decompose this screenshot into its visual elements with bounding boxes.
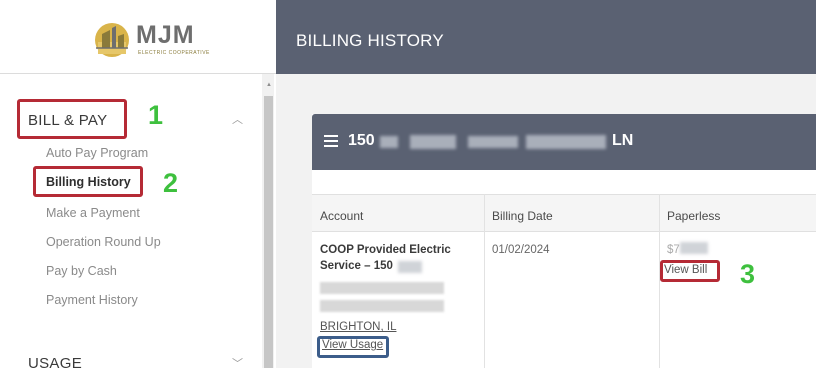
scrollbar-thumb[interactable] [264, 96, 273, 368]
logo-icon [95, 23, 129, 57]
account-address-end: LN [612, 132, 634, 149]
highlight-box-view-bill [660, 260, 720, 282]
brand-name: MJM [136, 21, 195, 49]
column-header-account[interactable]: Account [312, 194, 484, 232]
main-content: BILLING HISTORY 150 LN Account Billing D… [276, 0, 816, 368]
account-card: 150 LN Account Billing Date Paperless CO… [312, 114, 816, 368]
sidebar-item-make-payment[interactable]: Make a Payment [46, 206, 140, 220]
brand-tagline: ELECTRIC COOPERATIVE [138, 50, 210, 56]
account-name: COOP Provided Electric Service – 150 [320, 244, 451, 272]
billing-date: 01/02/2024 [492, 244, 550, 256]
nav-section-usage[interactable]: USAGE [28, 355, 82, 368]
chevron-down-icon[interactable]: ﹀ [232, 358, 243, 368]
account-address-start: 150 [348, 132, 375, 149]
highlight-box-view-usage [317, 336, 389, 358]
redacted-line [320, 300, 444, 312]
top-bar: BILLING HISTORY [276, 0, 816, 74]
chevron-up-icon[interactable]: ︿ [232, 114, 243, 126]
scroll-up-icon[interactable]: ▲ [266, 82, 272, 88]
paperless-value: $7 [667, 244, 680, 256]
sidebar-item-payment-history[interactable]: Payment History [46, 293, 138, 307]
app-window: MJM ELECTRIC COOPERATIVE ▲ BILL & PAY ︿ … [0, 0, 816, 368]
redacted-paperless-value [680, 242, 708, 254]
column-header-billing-date[interactable]: Billing Date [484, 194, 659, 232]
menu-icon[interactable] [324, 135, 338, 147]
logo-area[interactable]: MJM ELECTRIC COOPERATIVE [0, 0, 276, 74]
step-number-2: 2 [163, 168, 179, 198]
sidebar-item-auto-pay[interactable]: Auto Pay Program [46, 146, 148, 160]
billing-table: Account Billing Date Paperless COOP Prov… [312, 194, 816, 368]
account-city-link[interactable]: BRIGHTON, IL [320, 321, 396, 333]
sidebar: MJM ELECTRIC COOPERATIVE ▲ BILL & PAY ︿ … [0, 0, 276, 368]
sidebar-item-operation-round-up[interactable]: Operation Round Up [46, 235, 161, 249]
sidebar-item-pay-by-cash[interactable]: Pay by Cash [46, 264, 117, 278]
redacted-account-number [398, 261, 422, 273]
column-header-paperless[interactable]: Paperless [659, 194, 816, 232]
column-divider [484, 194, 485, 368]
highlight-box-bill-pay [17, 99, 127, 139]
account-card-header[interactable]: 150 LN [312, 114, 816, 170]
redacted-address-3 [468, 136, 518, 148]
page-title: BILLING HISTORY [296, 31, 444, 50]
redacted-line [320, 282, 444, 294]
redacted-address-2 [410, 135, 456, 149]
step-number-3: 3 [740, 259, 756, 289]
redacted-address-1 [380, 136, 398, 148]
step-number-1: 1 [148, 100, 164, 130]
redacted-address-4 [526, 135, 606, 149]
highlight-box-billing-history [33, 166, 143, 197]
